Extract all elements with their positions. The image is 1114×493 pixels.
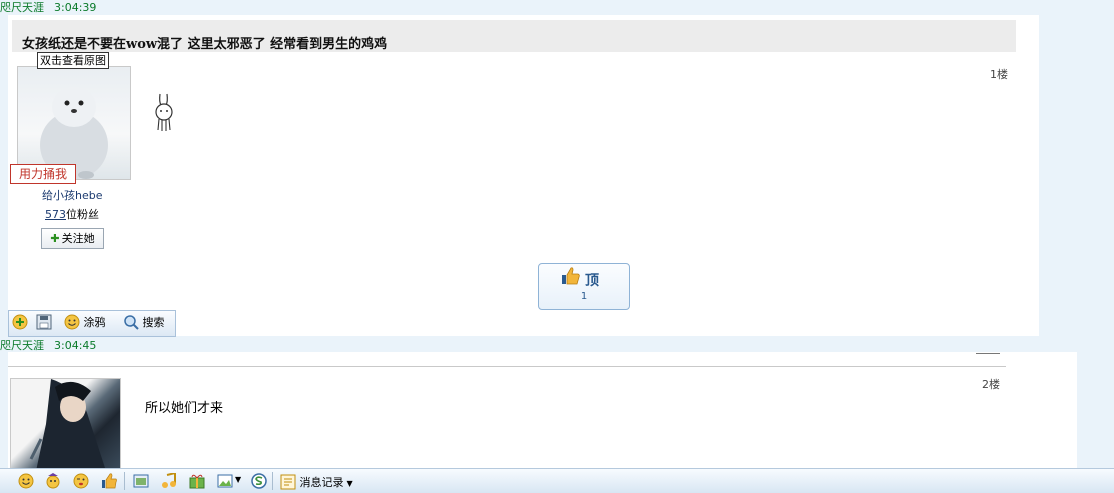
emoticon-add-icon[interactable] <box>12 314 28 333</box>
toolbar-separator <box>272 472 273 490</box>
message-time: 3:04:45 <box>54 339 97 352</box>
author-avatar[interactable] <box>10 378 121 472</box>
gift-icon[interactable] <box>189 473 205 489</box>
upvote-label: 顶 <box>585 273 599 289</box>
floor-number: 1楼 <box>990 68 1008 81</box>
author-name[interactable]: 给小孩hebe <box>42 187 103 203</box>
message-history-label: 消息记录 <box>299 476 344 489</box>
screenshot-icon[interactable] <box>133 473 149 489</box>
message-history-chevron-icon: ▼ <box>346 479 353 488</box>
chat-input-toolbar: ▼ 消息记录 ▼ <box>0 468 1114 493</box>
sender-name: 咫尺天涯 <box>0 1 44 14</box>
message-time: 3:04:39 <box>54 1 97 14</box>
wink-emoticon-icon[interactable] <box>73 473 89 489</box>
fans-suffix: 位粉丝 <box>66 208 99 221</box>
poke-button[interactable]: 用力捅我 <box>10 164 76 184</box>
post-title-bar: 女孩纸还是不要在wow混了 这里太邪恶了 经常看到男生的鸡鸡 <box>12 20 1016 52</box>
image-icon[interactable] <box>217 473 233 489</box>
plus-icon: ✚ <box>50 232 60 245</box>
thumbs-up-icon[interactable] <box>101 473 117 489</box>
toolbar-separator <box>124 472 125 490</box>
message-history-icon <box>280 474 296 490</box>
post-title[interactable]: 女孩纸还是不要在wow混了 这里太邪恶了 经常看到男生的鸡鸡 <box>22 33 387 52</box>
follow-button[interactable]: ✚ 关注她 <box>41 228 104 249</box>
thumbs-up-icon <box>562 267 580 285</box>
divider <box>8 366 1006 367</box>
graffiti-smile-icon <box>64 314 80 330</box>
upvote-button[interactable]: 顶 1 <box>538 263 630 310</box>
sender-name: 咫尺天涯 <box>0 339 44 352</box>
graffiti-label: 涂鸦 <box>83 316 106 329</box>
message-history-button[interactable]: 消息记录 ▼ <box>280 474 353 490</box>
avatar-view-original-tip[interactable]: 双击查看原图 <box>37 52 109 69</box>
forum-post-card: 女孩纸还是不要在wow混了 这里太邪恶了 经常看到男生的鸡鸡 双击查看原图 用力… <box>8 15 1039 336</box>
forum-post-card: 2楼 所以她们才来 <box>8 352 1077 472</box>
author-avatar[interactable] <box>17 66 131 180</box>
upvote-count: 1 <box>580 291 588 302</box>
floor-number: 2楼 <box>982 378 1000 391</box>
search-label: 搜索 <box>142 316 165 329</box>
music-icon[interactable] <box>161 473 177 489</box>
graffiti-button[interactable]: 涂鸦 <box>64 314 106 330</box>
image-dropdown-chevron-icon[interactable]: ▼ <box>235 475 241 484</box>
collapsed-link-fragment <box>976 346 1000 354</box>
fans-count[interactable]: 573位粉丝 <box>45 206 99 222</box>
fans-number[interactable]: 573 <box>45 208 66 221</box>
magic-emoticon-icon[interactable] <box>45 473 61 489</box>
soso-search-icon[interactable] <box>251 473 267 489</box>
rabbit-emoticon-icon <box>155 93 173 131</box>
message-header: 咫尺天涯 3:04:39 <box>0 0 96 15</box>
search-button[interactable]: 搜索 <box>123 314 165 330</box>
post-toolbar: 涂鸦 搜索 <box>8 310 176 337</box>
seal-avatar-image <box>40 87 108 179</box>
message-header: 咫尺天涯 3:04:45 <box>0 337 96 353</box>
emoticon-icon[interactable] <box>18 473 34 489</box>
save-icon[interactable] <box>36 314 52 333</box>
follow-label: 关注她 <box>61 232 95 245</box>
search-icon <box>124 315 139 330</box>
message-text: 所以她们才来 <box>145 401 224 416</box>
anime-avatar-image <box>29 379 106 471</box>
